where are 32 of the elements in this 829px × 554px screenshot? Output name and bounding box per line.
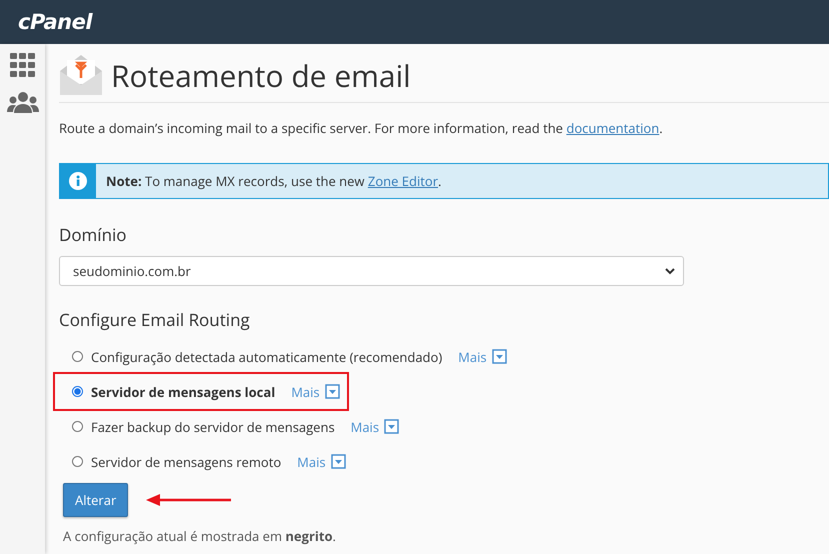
chevron-icon [665, 268, 675, 274]
more-link[interactable]: Mais [350, 418, 400, 436]
option-label[interactable]: Fazer backup do servidor de mensagens [91, 418, 335, 436]
radio-button[interactable] [72, 351, 83, 362]
option-label[interactable]: Servidor de mensagens remoto [91, 452, 282, 470]
footnote-text: A configuração atual é mostrada em negrito. [63, 527, 337, 545]
dropdown-icon [492, 349, 507, 364]
link[interactable]: Zone Editor [368, 172, 438, 190]
more-link[interactable]: Mais [291, 382, 340, 400]
envelope-icon [59, 54, 103, 96]
radio-button[interactable] [72, 386, 83, 397]
page-title: Roteamento de email [111, 54, 411, 96]
dropdown-icon [324, 384, 340, 399]
dropdown-icon [330, 454, 346, 469]
section-heading: Configure Email Routing [59, 308, 251, 331]
link[interactable]: documentation [566, 119, 660, 137]
note-text: Note: To manage MX records, use the new Zone Editor. [105, 172, 442, 190]
radio-button[interactable] [72, 421, 83, 432]
info-icon [69, 172, 87, 190]
option-label[interactable]: Servidor de mensagens local [91, 382, 276, 400]
cpanel-logo[interactable]: cPanel [18, 10, 92, 34]
grid-icon[interactable] [10, 53, 36, 77]
option-label[interactable]: Configuração detectada automaticamente (recomendado) [91, 348, 442, 366]
intro-text: Route a domain’s incoming mail to a specific server. For more information, read the documentation. [59, 119, 664, 137]
alterar-button[interactable]: Alterar [63, 483, 128, 517]
users-icon[interactable] [6, 91, 38, 115]
more-link[interactable]: Mais [297, 452, 346, 470]
section-heading: Domínio [59, 223, 128, 246]
more-link[interactable]: Mais [458, 348, 507, 366]
radio-button[interactable] [72, 456, 83, 467]
dropdown-icon [384, 419, 400, 434]
domain-select[interactable]: seudominio.com.br [59, 256, 684, 286]
